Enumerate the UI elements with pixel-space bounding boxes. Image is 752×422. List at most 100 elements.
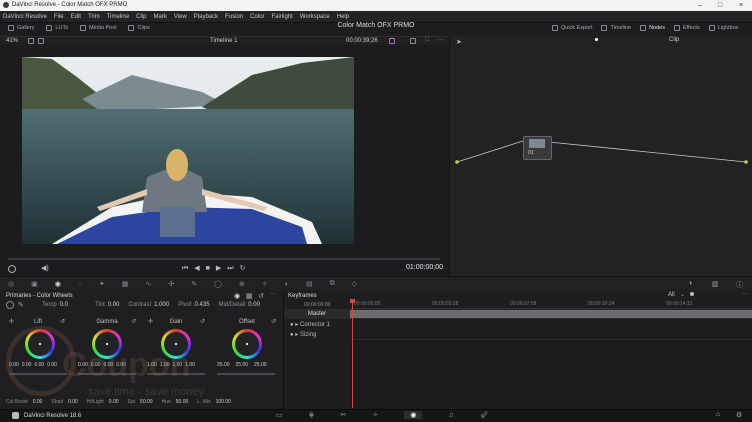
offset-b[interactable]: 25.00 [254, 362, 267, 368]
sat-value[interactable]: 50.00 [140, 399, 153, 405]
color-wheels-icon[interactable]: ◉ [55, 280, 61, 288]
fit-icon[interactable] [410, 38, 416, 44]
loop-icon[interactable] [8, 265, 16, 273]
offset-color-ring[interactable] [232, 329, 262, 359]
gamma-reset-icon[interactable]: ↺ [131, 318, 136, 325]
close-icon[interactable]: × [731, 0, 751, 11]
primaries-more-icon[interactable]: ··· [270, 291, 276, 297]
node-editor[interactable]: ➤ Clip 01 [449, 36, 752, 276]
transport-controls[interactable]: ⏮◀■▶⏭↻ [182, 264, 251, 273]
menu-view[interactable]: View [174, 14, 187, 20]
viewer[interactable] [0, 45, 449, 258]
zoom-level[interactable]: 41% [6, 38, 18, 44]
effects-toggle-button[interactable]: Effects [673, 25, 700, 31]
contrast-value[interactable]: 1.000 [154, 302, 169, 308]
keyframe-nav-icon[interactable] [690, 292, 694, 296]
offset-master-slider[interactable] [217, 373, 275, 375]
home-icon[interactable]: ⌂ [716, 411, 720, 418]
lmix-value[interactable]: 100.00 [216, 399, 231, 405]
audio-icon[interactable]: ◀) [41, 264, 49, 272]
minimize-icon[interactable]: – [690, 0, 710, 11]
magic-mask-icon[interactable]: ✧ [262, 280, 268, 288]
camera-raw-icon[interactable]: ◎ [8, 280, 14, 288]
color-page-icon[interactable]: ◉ [404, 411, 423, 419]
maximize-icon[interactable]: □ [710, 0, 730, 11]
menu-edit[interactable]: Edit [71, 14, 81, 20]
offset-r[interactable]: 25.00 [217, 362, 230, 368]
blur-icon[interactable]: ◐ [285, 281, 289, 288]
shad-value[interactable]: 0.00 [68, 399, 78, 405]
menu-workspace[interactable]: Workspace [300, 14, 330, 20]
motion-effects-icon[interactable]: ▦ [122, 280, 129, 288]
menu-clip[interactable]: Clip [136, 14, 146, 20]
menu-fairlight[interactable]: Fairlight [271, 14, 292, 20]
color-match-icon[interactable]: ▣ [31, 280, 38, 288]
keyframe-grid[interactable] [350, 339, 752, 411]
keyframes-ruler[interactable]: 00:00:00:00 00:00:03:18 00:00:07:08 00:0… [350, 300, 752, 309]
menu-trim[interactable]: Trim [88, 14, 100, 20]
timeline-toggle-button[interactable]: Timeline [601, 25, 631, 31]
col-boost-value[interactable]: 0.00 [33, 399, 43, 405]
key-icon[interactable]: ▤ [306, 280, 313, 288]
node-01[interactable]: 01 [523, 136, 552, 160]
track-sizing[interactable]: ● ▸ Sizing [284, 329, 752, 339]
deliver-page-icon[interactable]: 🚀︎ [480, 411, 489, 419]
keyframes-filter[interactable]: All [668, 292, 675, 298]
menu-mark[interactable]: Mark [154, 14, 167, 20]
track-corrector-1[interactable]: ● ▸ Corrector 1 [284, 319, 752, 329]
reset-all-icon[interactable]: ↺ [258, 292, 264, 300]
rgb-mixer-icon[interactable]: ✦ [99, 280, 105, 288]
temp-value[interactable]: 0.0 [60, 302, 68, 308]
qualifier-icon[interactable]: ✎ [191, 280, 197, 288]
window-icon[interactable]: ◯ [214, 280, 222, 288]
quick-export-button[interactable]: Quick Export [552, 25, 592, 31]
menu-file[interactable]: File [54, 14, 64, 20]
cut-page-icon[interactable]: ⋕ [309, 411, 315, 419]
menu-color[interactable]: Color [250, 14, 264, 20]
viewer-mode-icon[interactable] [28, 38, 34, 44]
curves-icon[interactable]: ∿ [146, 280, 152, 288]
menu-davinci[interactable]: DaVinci Resolve [3, 14, 47, 20]
pivot-value[interactable]: 0.435 [195, 302, 210, 308]
lightbox-button[interactable]: Lightbox [708, 25, 739, 31]
auto-balance-icon[interactable] [6, 301, 14, 309]
track-master-bar[interactable] [350, 310, 752, 318]
playhead-handle[interactable] [350, 299, 355, 303]
sizing-icon[interactable]: ⧉ [330, 280, 335, 288]
keyframes-more-icon[interactable]: ··· [742, 291, 748, 297]
viewer-option-icon[interactable] [389, 38, 395, 44]
fusion-page-icon[interactable]: ✧ [372, 411, 378, 419]
menu-playback[interactable]: Playback [194, 14, 218, 20]
stills-toggle-icon[interactable]: ◑ [688, 280, 692, 287]
timeline-name[interactable]: Timeline 1 [210, 38, 237, 44]
lift-reset-icon[interactable]: ↺ [60, 318, 65, 325]
media-page-icon[interactable]: ▭ [276, 411, 283, 419]
offset-reset-icon[interactable]: ↺ [271, 318, 276, 325]
track-master[interactable]: Master [284, 309, 752, 319]
keyframes-playhead[interactable] [352, 300, 353, 408]
bars-mode-icon[interactable]: ▦ [246, 292, 253, 300]
scrub-bar[interactable] [8, 258, 440, 260]
tracker-icon[interactable]: ⊕ [239, 280, 245, 288]
more-options-icon[interactable]: ··· [438, 37, 444, 43]
edit-page-icon[interactable]: ✂ [341, 411, 347, 419]
gain-reset-icon[interactable]: ↺ [200, 318, 205, 325]
hdr-icon[interactable]: ◌ [78, 281, 82, 288]
wheels-mode-icon[interactable]: ◉ [234, 292, 240, 300]
offset-g[interactable]: 25.00 [236, 362, 249, 368]
tint-value[interactable]: 0.00 [108, 302, 120, 308]
hue-value[interactable]: 50.00 [176, 399, 189, 405]
fullscreen-icon[interactable]: ⛶ [425, 37, 429, 44]
menu-timeline[interactable]: Timeline [107, 14, 129, 20]
nodes-toggle-button[interactable]: Nodes [640, 25, 665, 31]
offset-wheel[interactable]: Offset ↺ 25.00 25.00 25.00 [213, 318, 281, 388]
menu-fusion[interactable]: Fusion [225, 14, 243, 20]
3d-icon[interactable]: ◇ [352, 280, 357, 288]
viewer-layout-icon[interactable] [38, 38, 44, 44]
menu-help[interactable]: Help [337, 14, 349, 20]
mid-detail-value[interactable]: 0.00 [248, 302, 260, 308]
settings-gear-icon[interactable]: ⚙ [736, 411, 742, 419]
fairlight-page-icon[interactable]: ♫ [448, 412, 453, 419]
picker-icon[interactable]: ✎ [18, 301, 24, 309]
keyframes-toggle-icon[interactable]: ▥ [712, 280, 719, 288]
